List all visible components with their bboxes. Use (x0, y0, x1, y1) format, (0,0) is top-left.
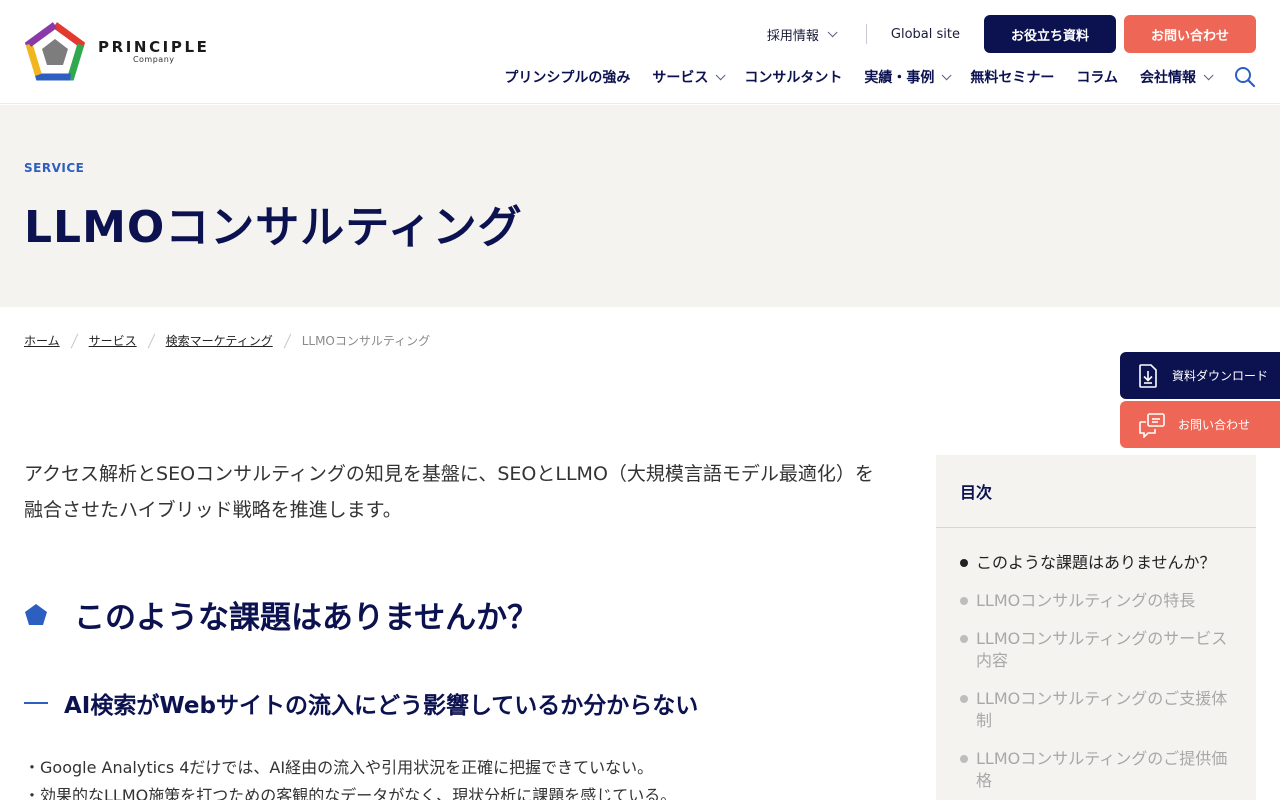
contact-button[interactable]: お問い合わせ (1124, 15, 1256, 53)
floating-docs-label: 資料ダウンロード (1172, 369, 1269, 383)
document-download-icon (1139, 363, 1157, 388)
nav-item-consultants[interactable]: コンサルタント (744, 67, 842, 87)
toc-dot (960, 695, 968, 703)
table-of-contents: 目次 このような課題はありませんか？ LLMOコンサルティングの特長 LLMOコ… (936, 455, 1256, 800)
nav-item-label: サービス (652, 70, 709, 86)
subsection-heading-text: AI検索がWebサイトの流入にどう影響しているか分からない (64, 693, 699, 719)
utility-nav: 採用情報 Global site お役立ち資料 お問い合わせ (767, 15, 1256, 53)
page-hero: SERVICE LLMOコンサルティング (0, 105, 1280, 307)
floating-contact-label: お問い合わせ (1178, 418, 1251, 432)
pentagon-bullet-icon (25, 603, 47, 625)
logo-word: PRINCIPLE (98, 38, 210, 56)
toc-dot (960, 597, 968, 605)
nav-item-services[interactable]: サービス (652, 67, 726, 87)
breadcrumb-separator (70, 333, 78, 348)
list-item: ・効果的なLLMO施策を打つための客観的なデータがなく、現状分析に課題を感じてい… (24, 786, 677, 800)
list-item: ・Google Analytics 4だけでは、AI経由の流入や引用状況を正確に… (24, 758, 654, 777)
nav-item-seminar[interactable]: 無料セミナー (970, 67, 1054, 87)
toc-dot (960, 755, 968, 763)
page-title: LLMOコンサルティング (24, 202, 523, 253)
breadcrumb-separator (147, 333, 155, 348)
toc-item-service-content[interactable]: LLMOコンサルティングのサービス内容 (960, 628, 1232, 672)
recruit-label: 採用情報 (766, 28, 819, 44)
issue-list: ・Google Analytics 4だけでは、AI経由の流入や引用状況を正確に… (24, 754, 884, 800)
chevron-down-icon (1203, 69, 1214, 80)
nav-item-strengths[interactable]: プリンシプルの強み (504, 67, 630, 87)
nav-item-label: 実績・事例 (864, 70, 935, 86)
breadcrumb-current: LLMOコンサルティング (301, 334, 431, 348)
toc-item-label: このような課題はありませんか？ (976, 553, 1216, 572)
toc-item-label: LLMOコンサルティングの特長 (976, 591, 1196, 610)
nav-item-label: コンサルタント (744, 70, 843, 86)
breadcrumb-home[interactable]: ホーム (24, 332, 60, 349)
nav-item-label: コラム (1076, 70, 1118, 86)
toc-item-issues[interactable]: このような課題はありませんか？ (960, 552, 1232, 574)
toc-title: 目次 (936, 455, 1256, 528)
hero-eyebrow: SERVICE (24, 161, 85, 175)
lead-paragraph: アクセス解析とSEOコンサルティングの知見を基盤に、SEOとLLMO（大規模言語… (24, 463, 874, 521)
floating-docs-button[interactable]: 資料ダウンロード (1120, 352, 1280, 399)
logo-text: PRINCIPLE Company (98, 39, 209, 65)
toc-dot (960, 635, 968, 643)
toc-item-label: LLMOコンサルティングのご支援体制 (976, 689, 1228, 730)
logo-sub: Company (132, 55, 175, 64)
chevron-down-icon (827, 26, 838, 37)
global-site-link[interactable]: Global site (891, 27, 960, 42)
search-icon (1235, 67, 1256, 88)
recruit-link[interactable]: 採用情報 (766, 25, 838, 44)
toc-item-label: LLMOコンサルティングのご提供価格 (976, 749, 1228, 790)
logo[interactable]: PRINCIPLE Company (24, 21, 234, 83)
nav-item-label: 無料セミナー (970, 70, 1055, 86)
search-button[interactable] (1234, 66, 1256, 88)
toc-item-features[interactable]: LLMOコンサルティングの特長 (960, 590, 1232, 612)
breadcrumb: ホーム サービス 検索マーケティング LLMOコンサルティング (24, 332, 430, 349)
nav-item-company[interactable]: 会社情報 (1140, 67, 1214, 87)
global-nav: プリンシプルの強み サービス コンサルタント 実績・事例 無料セミナー コラム … (504, 64, 1256, 90)
chevron-down-icon (942, 69, 952, 80)
breadcrumb-search-marketing[interactable]: 検索マーケティング (166, 332, 273, 349)
site-header: PRINCIPLE Company 採用情報 Global site お役立ち資… (0, 0, 1280, 104)
toc-item-support-structure[interactable]: LLMOコンサルティングのご支援体制 (960, 688, 1232, 732)
subsection-heading: AI検索がWebサイトの流入にどう影響しているか分からない (24, 686, 698, 720)
nav-item-column[interactable]: コラム (1076, 67, 1118, 87)
section-heading-text: このような課題はありませんか？ (74, 600, 539, 636)
dash-marker (24, 702, 48, 704)
nav-item-label: 会社情報 (1140, 70, 1196, 86)
section-heading: このような課題はありませんか？ (24, 592, 538, 637)
toc-item-pricing[interactable]: LLMOコンサルティングのご提供価格 (960, 748, 1232, 792)
chevron-down-icon (716, 69, 726, 80)
nav-item-label: プリンシプルの強み (504, 70, 631, 86)
logo-pentagon-icon (24, 21, 86, 81)
docs-button[interactable]: お役立ち資料 (984, 15, 1116, 53)
chat-bubbles-icon (1139, 412, 1165, 438)
toc-item-label: LLMOコンサルティングのサービス内容 (976, 629, 1228, 670)
nav-item-cases[interactable]: 実績・事例 (864, 67, 952, 87)
breadcrumb-separator (283, 333, 292, 348)
toc-dot (960, 559, 968, 567)
divider (865, 24, 867, 44)
floating-contact-button[interactable]: お問い合わせ (1120, 401, 1280, 448)
toc-list: このような課題はありませんか？ LLMOコンサルティングの特長 LLMOコンサル… (936, 528, 1256, 792)
breadcrumb-services[interactable]: サービス (89, 332, 137, 349)
